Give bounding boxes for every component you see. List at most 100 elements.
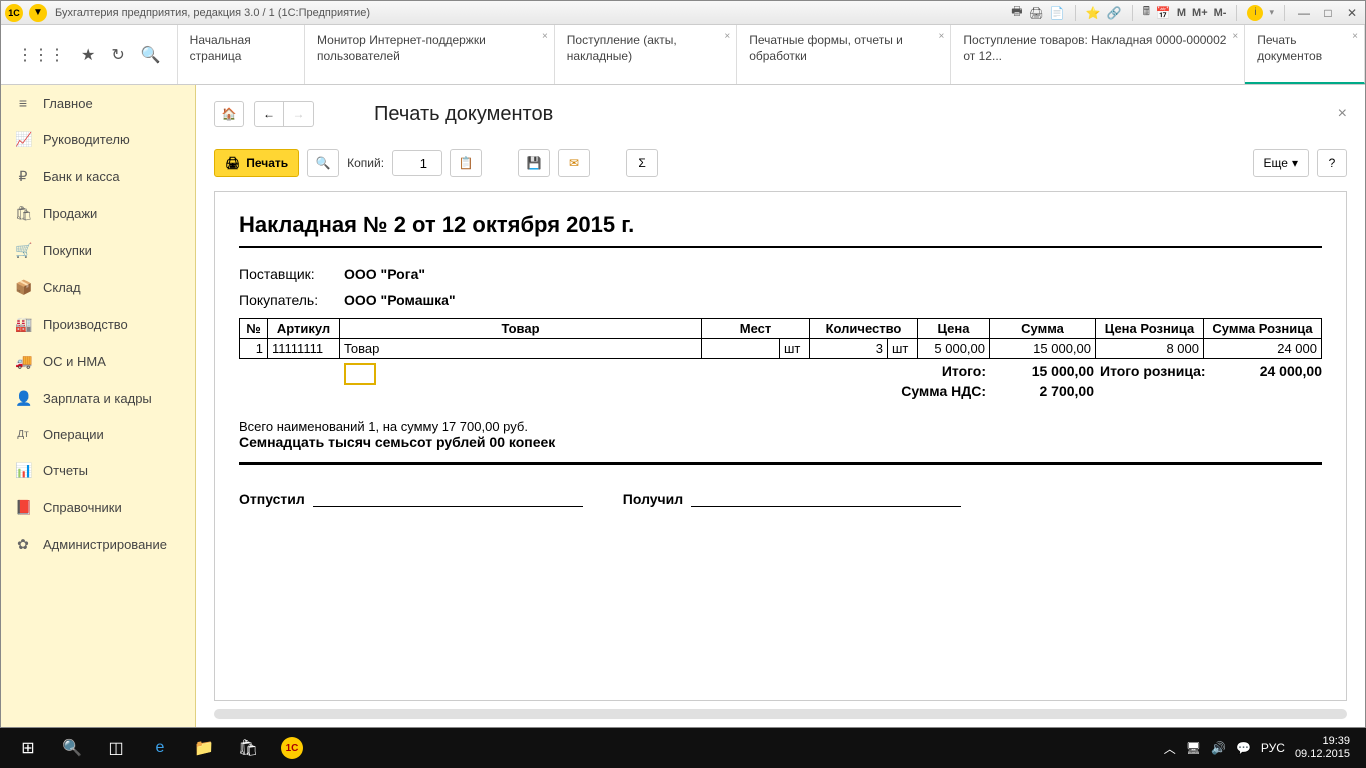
explorer-icon[interactable]: 📁 [182,728,226,768]
cell-name: Товар [340,339,702,359]
sidebar-item-references[interactable]: 📕Справочники [1,489,195,526]
tb-m-button[interactable]: M [1177,7,1186,19]
tb-calc-icon[interactable]: 🖩 [1143,2,1150,23]
sidebar-item-label: Склад [43,280,81,295]
sidebar-item-assets[interactable]: 🚚ОС и НМА [1,343,195,380]
start-button[interactable]: ⊞ [6,728,50,768]
history-icon[interactable]: ↻ [111,45,124,65]
sidebar-item-purchases[interactable]: 🛒Покупки [1,232,195,269]
maximize-button[interactable]: □ [1319,5,1337,21]
dropdown-nav-icon[interactable]: ▼ [29,4,47,22]
sidebar-item-salary[interactable]: 👤Зарплата и кадры [1,380,195,417]
sidebar-item-reports[interactable]: 📊Отчеты [1,452,195,489]
home-button[interactable]: 🏠 [214,101,244,127]
page-title: Печать документов [374,103,1328,126]
tb-cal-icon[interactable]: 📅 [1156,6,1171,20]
close-button[interactable]: ✕ [1343,5,1361,21]
more-button[interactable]: Еще▾ [1253,149,1309,177]
cell-qty: 3 [810,339,888,359]
tab-print-docs[interactable]: Печать документов× [1245,25,1365,84]
bars-icon: 📊 [15,462,31,479]
sidebar-item-label: Операции [43,427,104,442]
sum-button[interactable]: Σ [626,149,658,177]
preview-button[interactable]: 🔍 [307,149,339,177]
tb-info-icon[interactable]: i [1247,5,1263,21]
tb-save-icon[interactable]: 🖶 [1011,2,1022,23]
help-button[interactable]: ? [1317,149,1347,177]
signature-row: Отпустил Получил [239,489,1322,507]
tab-home[interactable]: Начальная страница [178,25,305,84]
col-name: Товар [340,319,702,339]
sidebar-item-label: Главное [43,96,93,111]
tb-link-icon[interactable]: 🔗 [1107,6,1122,20]
tab-close-icon[interactable]: × [939,31,945,42]
forward-button[interactable]: → [284,101,314,127]
search-icon[interactable]: 🔍 [141,45,161,65]
sidebar-item-label: Банк и касса [43,169,120,184]
template-button[interactable]: 📋 [450,149,482,177]
tab-monitor[interactable]: Монитор Интернет-поддержки пользователей… [305,25,555,84]
print-button[interactable]: 🖨Печать [214,149,299,177]
sidebar-item-sales[interactable]: 🛍Продажи [1,195,195,232]
tab-receipts[interactable]: Поступление (акты, накладные)× [555,25,737,84]
selection-box[interactable] [344,363,376,385]
email-button[interactable]: ✉ [558,149,590,177]
quick-access: ⋮⋮⋮ ★ ↻ 🔍 [1,25,178,84]
tray-lang[interactable]: РУС [1261,741,1285,755]
tab-close-icon[interactable]: × [724,31,730,42]
tab-close-icon[interactable]: × [542,31,548,42]
minimize-button[interactable]: — [1295,5,1313,21]
tb-mminus-button[interactable]: M- [1214,7,1227,19]
document-table: № Артикул Товар Мест Количество Цена Сум… [239,318,1322,359]
app-window: 1C ▼ Бухгалтерия предприятия, редакция 3… [0,0,1366,728]
document-area[interactable]: Накладная № 2 от 12 октября 2015 г. Пост… [214,191,1347,701]
tb-doc-icon[interactable]: 📄 [1050,6,1065,20]
col-rsum: Сумма Розница [1204,319,1322,339]
tray-sound-icon[interactable]: 🔊 [1211,741,1226,755]
tb-print-icon[interactable]: 🖨 [1029,6,1044,20]
sidebar-item-bank[interactable]: ₽Банк и касса [1,158,195,195]
sidebar-item-warehouse[interactable]: 📦Склад [1,269,195,306]
sidebar-item-label: Руководителю [43,132,130,147]
star-icon[interactable]: ★ [81,45,95,65]
app-logo-icon: 1C [5,4,23,22]
cell-sum: 15 000,00 [990,339,1096,359]
tray-battery-icon[interactable]: 🖥 [1186,741,1201,755]
save-button[interactable]: 💾 [518,149,550,177]
taskbar-clock[interactable]: 19:39 09.12.2015 [1295,735,1350,761]
col-sum: Сумма [990,319,1096,339]
sidebar-item-manager[interactable]: 📈Руководителю [1,121,195,158]
tab-receipt-doc[interactable]: Поступление товаров: Накладная 0000-0000… [951,25,1245,84]
back-button[interactable]: ← [254,101,284,127]
tab-close-icon[interactable]: × [1232,31,1238,42]
tb-mplus-button[interactable]: M+ [1192,7,1208,19]
tray-notify-icon[interactable]: 💬 [1236,741,1251,755]
sidebar-item-main[interactable]: ≡Главное [1,85,195,121]
taskview-icon[interactable]: ◫ [94,728,138,768]
tray-up-icon[interactable]: ︿ [1164,740,1176,757]
horizontal-scrollbar[interactable] [214,709,1347,719]
copies-input[interactable] [392,150,442,176]
apps-icon[interactable]: ⋮⋮⋮ [17,45,65,65]
sidebar-item-operations[interactable]: ДтОперации [1,417,195,452]
tb-fav-icon[interactable]: ⭐ [1086,6,1101,20]
tabs-row: ⋮⋮⋮ ★ ↻ 🔍 Начальная страница Монитор Инт… [1,25,1365,85]
cell-rsum: 24 000 [1204,339,1322,359]
book-icon: 📕 [15,499,31,516]
cell-price: 5 000,00 [918,339,990,359]
nds-value: 2 700,00 [994,383,1094,399]
sidebar-item-production[interactable]: 🏭Производство [1,306,195,343]
content-header: 🏠 ← → Печать документов × [214,93,1347,145]
tab-close-icon[interactable]: × [1352,31,1358,42]
store-icon[interactable]: 🛍 [226,728,270,768]
titlebar: 1C ▼ Бухгалтерия предприятия, редакция 3… [1,1,1365,25]
toolbar: 🖨Печать 🔍 Копий: 📋 💾 ✉ Σ Еще▾ ? [214,145,1347,191]
app-1c-icon[interactable]: 1C [270,728,314,768]
close-page-icon[interactable]: × [1338,105,1347,123]
sidebar-item-admin[interactable]: ✿Администрирование [1,526,195,563]
col-mest: Мест [702,319,810,339]
edge-icon[interactable]: e [138,728,182,768]
tab-printforms[interactable]: Печатные формы, отчеты и обработки× [737,25,951,84]
search-taskbar-icon[interactable]: 🔍 [50,728,94,768]
total-label: Итого: [376,363,994,379]
